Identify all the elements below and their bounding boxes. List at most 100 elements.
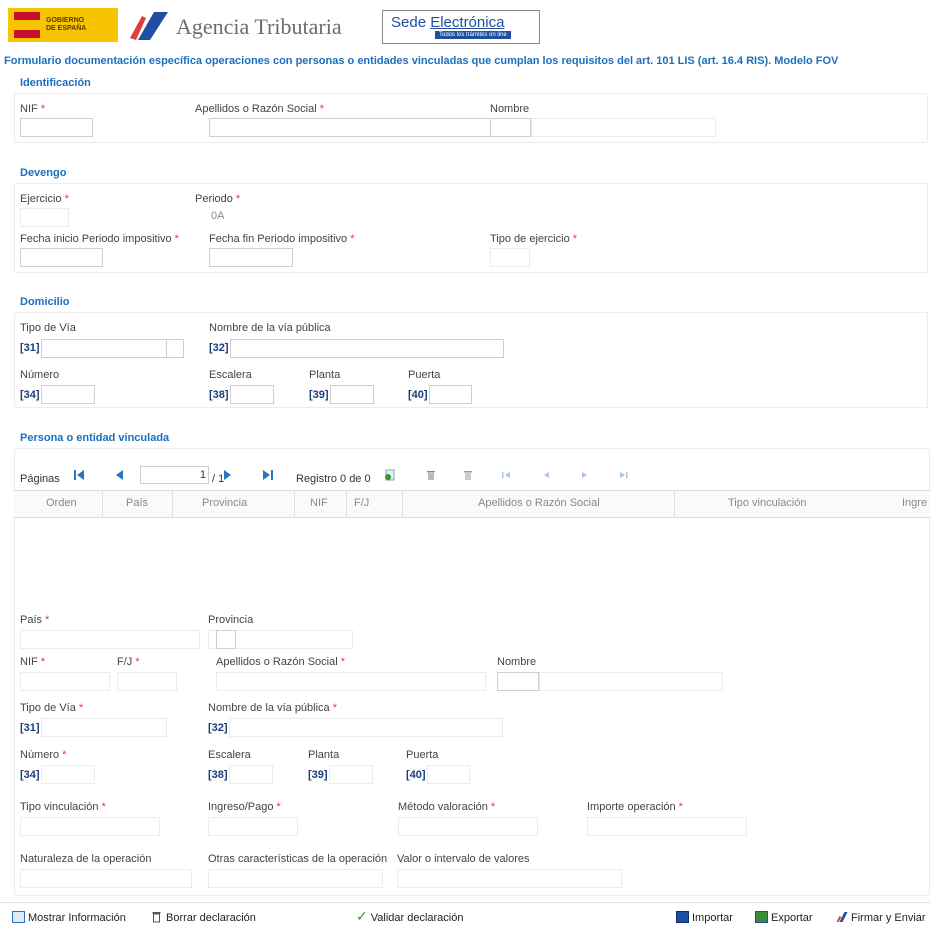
import-icon [676,911,689,923]
gobierno-espana-logo: GOBIERNO DE ESPAÑA [8,8,118,42]
v-code-32: [32] [208,722,228,734]
devengo-panel [14,183,928,273]
bottom-action-bar: Mostrar Información Borrar declaración ✓… [0,902,930,933]
v-escalera-input[interactable] [229,765,273,784]
page-number-input[interactable]: 1 [140,466,209,484]
planta-input[interactable] [330,385,374,404]
first-page-icon[interactable] [73,469,85,481]
v-metodo-select[interactable] [398,817,538,836]
numero-input[interactable] [41,385,95,404]
prev-record-icon[interactable] [540,469,552,481]
puerta-input[interactable] [429,385,472,404]
code-34: [34] [20,389,40,401]
v-planta-input[interactable] [329,765,373,784]
col-ingreso[interactable]: Ingre [902,497,927,509]
sede-word1: Sede [391,14,427,31]
col-pais[interactable]: País [126,497,148,509]
v-code-40: [40] [406,769,426,781]
col-fj[interactable]: F/J [354,497,369,509]
nombre-input-extension[interactable] [531,118,716,137]
page-current: 1 [199,469,206,481]
code-32: [32] [209,342,229,354]
nif-label: NIF * [20,103,46,115]
v-nif-input[interactable] [20,672,110,691]
sede-word2: Electrónica [430,14,505,31]
v-fj-label: F/J * [117,656,140,668]
importar-button[interactable]: Importar [676,911,733,924]
nombre-input[interactable] [490,118,531,137]
apellidos-label: Apellidos o Razón Social * [195,103,324,115]
add-record-icon[interactable] [384,469,396,481]
escalera-input[interactable] [230,385,274,404]
v-tipo-via-select[interactable] [41,718,167,737]
v-nombre-input[interactable] [497,672,539,691]
fecha-inicio-input[interactable] [20,248,103,267]
v-otras-input[interactable] [208,869,383,888]
last-page-icon[interactable] [262,469,274,481]
col-tipo-vinculacion[interactable]: Tipo vinculación [728,497,806,509]
last-record-icon[interactable] [617,469,629,481]
col-provincia[interactable]: Provincia [202,497,247,509]
section-title-devengo: Devengo [20,167,67,179]
fecha-fin-label: Fecha fin Periodo impositivo * [209,233,355,245]
apellidos-input[interactable] [209,118,491,137]
tipo-via-label: Tipo de Vía [20,322,76,334]
v-planta-label: Planta [308,749,340,761]
first-record-icon[interactable] [501,469,513,481]
v-naturaleza-label: Naturaleza de la operación [20,853,152,865]
tipo-via-dropdown-button[interactable] [166,339,184,358]
nombre-via-input[interactable] [230,339,504,358]
v-metodo-label: Método valoración * [398,801,496,813]
v-nombre-label: Nombre [497,656,537,668]
v-nombre-input-extension[interactable] [539,672,723,691]
v-numero-input[interactable] [41,765,95,784]
v-tipo-vinculacion-select[interactable] [20,817,160,836]
fecha-fin-input[interactable] [209,248,293,267]
v-naturaleza-input[interactable] [20,869,192,888]
mostrar-informacion-button[interactable]: Mostrar Información [12,911,126,924]
agencia-tributaria-logo-icon [130,12,168,40]
next-record-icon[interactable] [579,469,591,481]
col-nif[interactable]: NIF [310,497,328,509]
v-ingreso-pago-select[interactable] [208,817,298,836]
spain-crest-icon [14,12,40,38]
v-code-34: [34] [20,769,40,781]
ejercicio-input[interactable] [20,208,69,227]
v-escalera-label: Escalera [208,749,251,761]
col-apellidos[interactable]: Apellidos o Razón Social [478,497,600,509]
v-apellidos-input[interactable] [216,672,486,691]
code-39: [39] [309,389,329,401]
sede-electronica-link[interactable]: Sede Electrónica Todos los trámites on l… [382,10,540,44]
v-provincia-label: Provincia [208,614,254,626]
delete-all-icon[interactable] [462,469,474,481]
exportar-button[interactable]: Exportar [755,911,813,924]
borrar-declaracion-button[interactable]: Borrar declaración [150,911,256,924]
col-orden[interactable]: Orden [46,497,77,509]
v-provincia-dropdown-button[interactable] [216,630,236,649]
v-valor-input[interactable] [397,869,622,888]
v-importe-input[interactable] [587,817,747,836]
firmar-enviar-button[interactable]: Firmar y Enviar [835,911,926,924]
nif-input[interactable] [20,118,93,137]
v-nombre-via-input[interactable] [229,718,503,737]
v-nombre-via-label: Nombre de la vía pública * [208,702,337,714]
tipo-ejercicio-select[interactable] [490,248,530,267]
planta-label: Planta [309,369,341,381]
tipo-via-select[interactable] [41,339,167,358]
gobierno-line1: GOBIERNO [46,17,85,24]
v-code-38: [38] [208,769,228,781]
next-page-icon[interactable] [222,469,234,481]
prev-page-icon[interactable] [113,469,125,481]
v-pais-select[interactable] [20,630,200,649]
grid-body-empty [14,517,930,607]
sede-tagline: Todos los trámites on line [435,31,511,39]
code-40: [40] [408,389,428,401]
delete-record-icon[interactable] [425,469,437,481]
section-title-domicilio: Domicilio [20,296,70,308]
periodo-value[interactable]: 0A [211,210,224,222]
nombre-label: Nombre [490,103,530,115]
v-puerta-input[interactable] [427,765,470,784]
v-fj-select[interactable] [117,672,177,691]
escalera-label: Escalera [209,369,252,381]
validar-declaracion-button[interactable]: ✓ Validar declaración [356,909,463,924]
